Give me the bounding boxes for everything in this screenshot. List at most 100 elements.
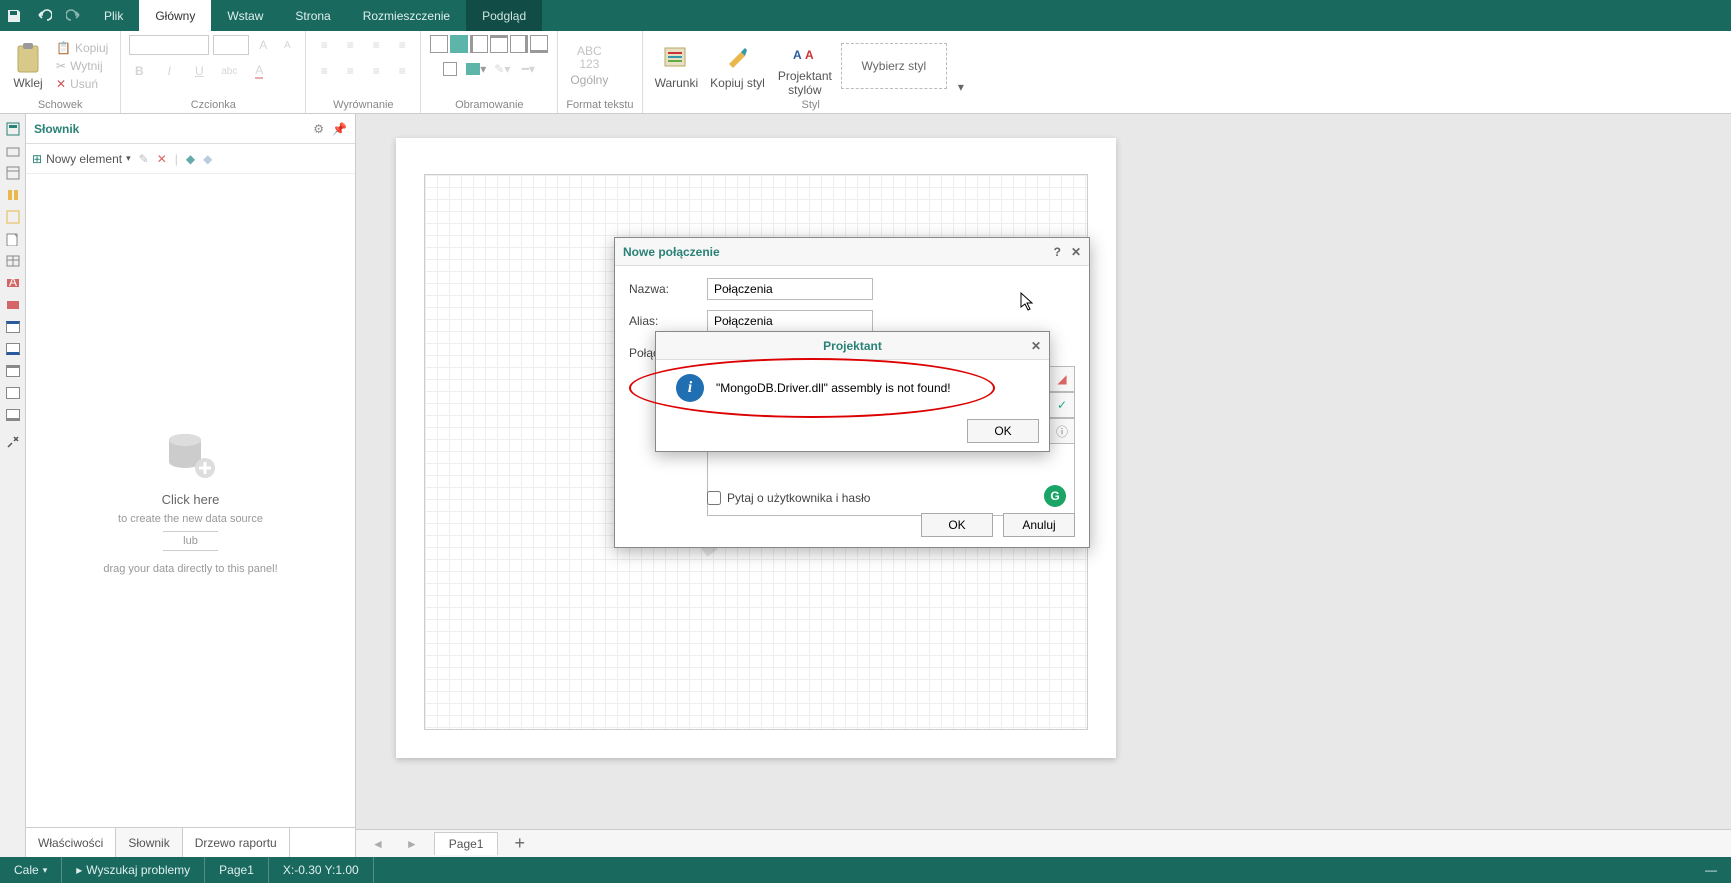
strip-icon-6[interactable] — [1, 229, 25, 249]
tab-properties[interactable]: Właściwości — [26, 828, 116, 857]
conn-cancel-button[interactable]: Anuluj — [1003, 513, 1075, 537]
italic-icon[interactable]: I — [159, 61, 179, 81]
align-right-icon[interactable]: ≡ — [366, 61, 386, 81]
strip-icon-14[interactable] — [1, 405, 25, 425]
name-input[interactable] — [707, 278, 873, 300]
align-center-icon[interactable]: ≡ — [340, 61, 360, 81]
border-bottom-icon[interactable] — [530, 35, 548, 53]
strip-icon-4[interactable] — [1, 185, 25, 205]
align-bottom-icon[interactable]: ≡ — [366, 35, 386, 55]
nav-up-icon[interactable]: ◆ — [186, 152, 195, 166]
border-style-icon[interactable]: ✎▾ — [492, 59, 512, 79]
font-family-combo[interactable] — [129, 35, 209, 55]
click-here-label[interactable]: Click here — [162, 492, 220, 507]
fill-color-icon[interactable]: ▾ — [466, 59, 486, 79]
strip-icon-2[interactable] — [1, 141, 25, 161]
styledesigner-button[interactable]: AA Projektant stylów — [773, 35, 837, 97]
help-icon[interactable]: ? — [1054, 245, 1061, 259]
close-icon[interactable]: ✕ — [1071, 245, 1081, 259]
strip-icon-8[interactable]: A — [1, 273, 25, 293]
pin-icon[interactable]: 📌 — [332, 122, 347, 136]
tab-rozmieszczenie[interactable]: Rozmieszczenie — [347, 0, 466, 31]
border-all-icon[interactable] — [430, 35, 448, 53]
font-grow-icon[interactable]: A — [253, 35, 273, 55]
border-fill-icon[interactable] — [450, 35, 468, 53]
grammarly-icon[interactable]: G — [1044, 485, 1066, 507]
conn-clear-icon[interactable]: ◢ — [1049, 366, 1075, 392]
gear-icon[interactable]: ⚙ — [313, 122, 324, 136]
copystyle-button[interactable]: Kopiuj styl — [706, 42, 769, 90]
align-left-icon[interactable]: ≡ — [314, 61, 334, 81]
tab-dictionary[interactable]: Słownik — [116, 828, 182, 857]
tab-wstaw[interactable]: Wstaw — [211, 0, 279, 31]
edit-icon[interactable]: ✎ — [139, 152, 149, 166]
border-top-icon[interactable] — [490, 35, 508, 53]
conditions-button[interactable]: Warunki — [651, 42, 703, 90]
nav-down-icon[interactable]: ◆ — [203, 152, 212, 166]
add-page-icon[interactable]: + — [508, 833, 531, 854]
tab-strona[interactable]: Strona — [279, 0, 346, 31]
conn-check-icon[interactable]: ✓ — [1049, 392, 1075, 418]
new-element-button[interactable]: ⊞ Nowy element ▾ — [32, 152, 131, 166]
font-size-combo[interactable] — [213, 35, 249, 55]
save-icon[interactable] — [6, 8, 22, 24]
paste-button[interactable]: Wklej — [8, 42, 48, 90]
align-middle-icon[interactable]: ≡ — [340, 35, 360, 55]
strip-icon-9[interactable] — [1, 295, 25, 315]
designer-message-titlebar[interactable]: Projektant ✕ — [656, 332, 1049, 360]
strip-icon-3[interactable] — [1, 163, 25, 183]
msg-ok-button[interactable]: OK — [967, 419, 1039, 443]
underline-icon[interactable]: U — [189, 61, 209, 81]
search-problems-button[interactable]: ▸Wyszukaj problemy — [62, 857, 205, 883]
border-right-icon[interactable] — [510, 35, 528, 53]
style-dropdown-icon[interactable]: ▾ — [951, 77, 971, 97]
strip-icon-1[interactable] — [1, 119, 25, 139]
conn-info-icon[interactable]: ⓘ — [1049, 418, 1075, 444]
database-icon[interactable] — [163, 426, 219, 482]
cut-button[interactable]: ✂Wytnij — [52, 58, 112, 74]
strip-icon-13[interactable] — [1, 383, 25, 403]
status-page[interactable]: Page1 — [205, 857, 269, 883]
border-left-icon[interactable] — [470, 35, 488, 53]
border-weight-icon[interactable]: ━▾ — [518, 59, 538, 79]
ask-credentials-checkbox[interactable] — [707, 491, 721, 505]
dictionary-panel-header: Słownik ⚙ 📌 — [26, 114, 355, 144]
undo-icon[interactable] — [36, 8, 52, 24]
align-vtop-icon[interactable]: ≡ — [392, 35, 412, 55]
bold-icon[interactable]: B — [129, 61, 149, 81]
align-justify-icon[interactable]: ≡ — [392, 61, 412, 81]
conn-ok-button[interactable]: OK — [921, 513, 993, 537]
strip-icon-11[interactable] — [1, 339, 25, 359]
designer-message-text: "MongoDB.Driver.dll" assembly is not fou… — [716, 381, 951, 395]
alias-input[interactable] — [707, 310, 873, 332]
status-minimize-icon[interactable]: — — [1691, 857, 1731, 883]
remove-icon[interactable]: ✕ — [157, 152, 167, 166]
tab-plik[interactable]: Plik — [88, 0, 139, 31]
strip-icon-12[interactable] — [1, 361, 25, 381]
font-shrink-icon[interactable]: A — [277, 35, 297, 55]
ask-credentials-row: Pytaj o użytkownika i hasło — [707, 491, 870, 505]
tab-podglad[interactable]: Podgląd — [466, 0, 542, 31]
textformat-general: Ogólny — [570, 73, 608, 87]
redo-icon[interactable] — [66, 8, 82, 24]
page-tab-1[interactable]: Page1 — [434, 832, 499, 855]
border-none-icon[interactable] — [440, 59, 460, 79]
unit-button[interactable]: Cale▾ — [0, 857, 62, 883]
strip-icon-10[interactable] — [1, 317, 25, 337]
page-prev-icon[interactable]: ◄ — [366, 837, 390, 851]
tab-report-tree[interactable]: Drzewo raportu — [183, 828, 290, 857]
strike-icon[interactable]: abc — [219, 61, 239, 81]
textformat-button[interactable]: ABC 123 Ogólny — [566, 45, 612, 87]
choose-style-box[interactable]: Wybierz styl — [841, 43, 947, 89]
msg-close-icon[interactable]: ✕ — [1031, 339, 1041, 353]
strip-icon-5[interactable] — [1, 207, 25, 227]
tab-glowny[interactable]: Główny — [139, 0, 211, 31]
font-color-icon[interactable]: A — [249, 61, 269, 81]
strip-icon-7[interactable] — [1, 251, 25, 271]
page-next-icon[interactable]: ► — [400, 837, 424, 851]
new-connection-titlebar[interactable]: Nowe połączenie ? ✕ — [615, 238, 1089, 266]
tools-icon[interactable] — [1, 432, 25, 452]
align-top-icon[interactable]: ≡ — [314, 35, 334, 55]
delete-button[interactable]: ✕Usuń — [52, 76, 112, 92]
copy-button[interactable]: 📋Kopiuj — [52, 40, 112, 56]
